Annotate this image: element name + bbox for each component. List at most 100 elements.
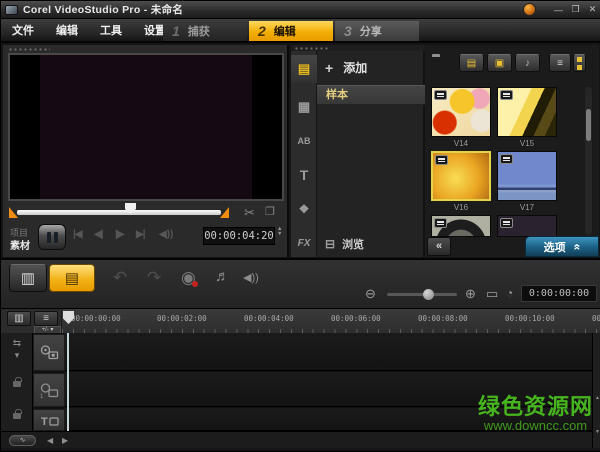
thumbnail-v17[interactable] xyxy=(497,151,557,201)
track-manager-button[interactable]: ≡ xyxy=(34,311,58,326)
maximize-button[interactable]: ❐ xyxy=(567,4,584,15)
previous-frame-button[interactable]: ◀| xyxy=(94,229,103,240)
undo-icon[interactable]: ↶ xyxy=(113,268,127,288)
play-pause-button[interactable] xyxy=(38,224,66,250)
app-icon xyxy=(5,4,18,15)
folder-item-sample[interactable]: 样本 xyxy=(317,85,425,105)
title-bar: Corel VideoStudio Pro - 未命名 — ❐ ✕ xyxy=(1,1,600,19)
home-button[interactable]: |◀ xyxy=(73,229,82,240)
timeline-view-button[interactable]: ▤ xyxy=(49,264,95,292)
gallery-scrollbar-handle[interactable] xyxy=(586,109,591,141)
overlay-track-lane[interactable] xyxy=(65,372,592,407)
video-track-header[interactable] xyxy=(33,334,65,371)
scrub-bar[interactable] xyxy=(17,210,221,215)
panel-grip-dots xyxy=(8,48,50,51)
add-folder-button[interactable]: + 添加 xyxy=(325,59,367,76)
nav-title-icon[interactable]: T xyxy=(291,161,317,189)
collapse-library-button[interactable]: « xyxy=(427,237,451,256)
thumbnail-view-button[interactable] xyxy=(573,54,586,72)
menu-edit[interactable]: 编辑 xyxy=(45,22,89,38)
next-frame-button[interactable]: |▶ xyxy=(115,229,124,240)
lock-title-track-icon[interactable] xyxy=(13,409,22,419)
nav-filter-icon[interactable]: FX xyxy=(291,229,317,257)
film-icon: ▤ xyxy=(466,57,477,69)
filter-audio-button[interactable]: ♪ xyxy=(515,54,540,72)
menu-tools[interactable]: 工具 xyxy=(89,22,133,38)
clock-icon[interactable]: ◔ xyxy=(506,286,513,300)
preview-timecode[interactable]: 00:00:04:20 xyxy=(203,227,275,245)
menu-bar: 文件 编辑 工具 设置 1 捕获 2 编辑 3 分享 xyxy=(1,19,600,43)
nav-instant-project-icon[interactable]: ▦ xyxy=(291,93,317,121)
options-button[interactable]: 选项 « xyxy=(525,236,599,257)
tab-edit[interactable]: 2 编辑 xyxy=(249,21,333,41)
video-track-icon xyxy=(40,345,58,360)
trim-handle-end[interactable] xyxy=(220,207,229,218)
track-scrollbar[interactable]: ▲ ▼ xyxy=(592,333,600,448)
ruler-label: 00:00:04:00 xyxy=(244,314,294,323)
preview-video-content xyxy=(40,55,252,199)
browse-button[interactable]: ⊟ 浏览 xyxy=(325,236,364,252)
timeline-ruler-row: ▥ ≡ +/- ▾ 00:00:00:00 00:00:02:00 00:00:… xyxy=(1,308,600,334)
list-view-button[interactable]: ≡ xyxy=(549,54,571,72)
video-clip-badge-icon xyxy=(435,155,448,165)
track-options-rail: ⇆ ▾ xyxy=(1,333,33,431)
split-clip-icon[interactable]: ❐ xyxy=(265,205,275,218)
menu-file[interactable]: 文件 xyxy=(1,22,45,38)
thumbnail-partial[interactable] xyxy=(497,215,557,237)
nav-graphic-icon[interactable]: ❖ xyxy=(291,195,317,223)
fit-project-icon[interactable]: ▭ xyxy=(486,286,498,302)
scroll-left-icon[interactable]: ◀ xyxy=(47,436,53,445)
thumbnail-partial[interactable] xyxy=(431,215,491,237)
scroll-timeline-button[interactable]: ∿ xyxy=(9,435,36,446)
title-track-header[interactable]: T xyxy=(33,409,65,431)
thumbnail-v15[interactable] xyxy=(497,87,557,137)
timecode-spinner[interactable]: ▲ ▼ xyxy=(277,227,282,236)
workflow-steps: 1 捕获 2 编辑 3 分享 xyxy=(163,21,419,41)
corel-badge-icon[interactable] xyxy=(523,3,536,16)
timeline-ruler[interactable]: 00:00:00:00 00:00:02:00 00:00:04:00 00:0… xyxy=(61,309,600,334)
ripple-edit-icon[interactable]: ⇆ xyxy=(1,338,33,349)
scroll-down-icon[interactable]: ▼ xyxy=(594,429,600,435)
overlay-track-icon: 1 xyxy=(40,382,58,398)
show-all-tracks-button[interactable]: ▥ xyxy=(7,311,31,326)
timeline-zoom-slider[interactable] xyxy=(387,289,457,300)
nav-transition-icon[interactable]: AB xyxy=(291,127,317,155)
ruler-label: 00:00:00:00 xyxy=(71,314,121,323)
lock-overlay-track-icon[interactable] xyxy=(13,377,22,387)
nav-media-icon[interactable]: ▤ xyxy=(291,55,317,83)
tab-share[interactable]: 3 分享 xyxy=(335,21,419,41)
zoom-out-icon[interactable]: ⊖ xyxy=(365,286,376,302)
record-capture-icon[interactable]: ◉ xyxy=(181,268,198,288)
sound-mixer-icon[interactable]: ♬ xyxy=(215,268,230,285)
scroll-up-icon[interactable]: ▲ xyxy=(594,395,600,401)
preview-video-frame xyxy=(8,53,284,201)
chevron-up-icon: « xyxy=(570,243,584,250)
volume-icon[interactable]: ◀)) xyxy=(159,229,173,240)
ripple-dropdown-icon[interactable]: ▾ xyxy=(1,350,33,361)
overlay-track-header[interactable]: 1 xyxy=(33,373,65,407)
filter-video-button[interactable]: ▤ xyxy=(459,54,484,72)
redo-icon[interactable]: ↷ xyxy=(147,268,161,288)
thumbnail-label: V15 xyxy=(519,139,535,148)
end-button[interactable]: ▶| xyxy=(136,229,145,240)
video-track-lane[interactable] xyxy=(65,333,592,371)
timeline-timecode[interactable]: 0:00:00:00 xyxy=(521,285,597,302)
gallery-scrollbar[interactable] xyxy=(585,87,592,235)
spinner-down-icon[interactable]: ▼ xyxy=(277,231,282,237)
zoom-slider-handle[interactable] xyxy=(423,289,434,300)
zoom-in-icon[interactable]: ⊕ xyxy=(465,286,476,302)
surround-sound-icon[interactable]: ◀)) xyxy=(243,271,259,284)
clip-mode-label[interactable]: 素材 xyxy=(10,237,30,252)
title-track-lane[interactable] xyxy=(65,408,592,431)
cut-clip-icon[interactable]: ✂ xyxy=(244,205,255,221)
ruler-label: 00:00:06:00 xyxy=(331,314,381,323)
thumbnail-label: V14 xyxy=(453,139,469,148)
thumbnail-v16-selected[interactable] xyxy=(431,151,491,201)
minimize-button[interactable]: — xyxy=(550,5,567,15)
scroll-right-icon[interactable]: ▶ xyxy=(62,436,68,445)
filter-photo-button[interactable]: ▣ xyxy=(487,54,512,72)
close-button[interactable]: ✕ xyxy=(584,4,600,15)
thumbnail-v14[interactable] xyxy=(431,87,491,137)
tab-capture[interactable]: 1 捕获 xyxy=(163,21,247,41)
storyboard-view-button[interactable]: ▥ xyxy=(9,264,47,292)
